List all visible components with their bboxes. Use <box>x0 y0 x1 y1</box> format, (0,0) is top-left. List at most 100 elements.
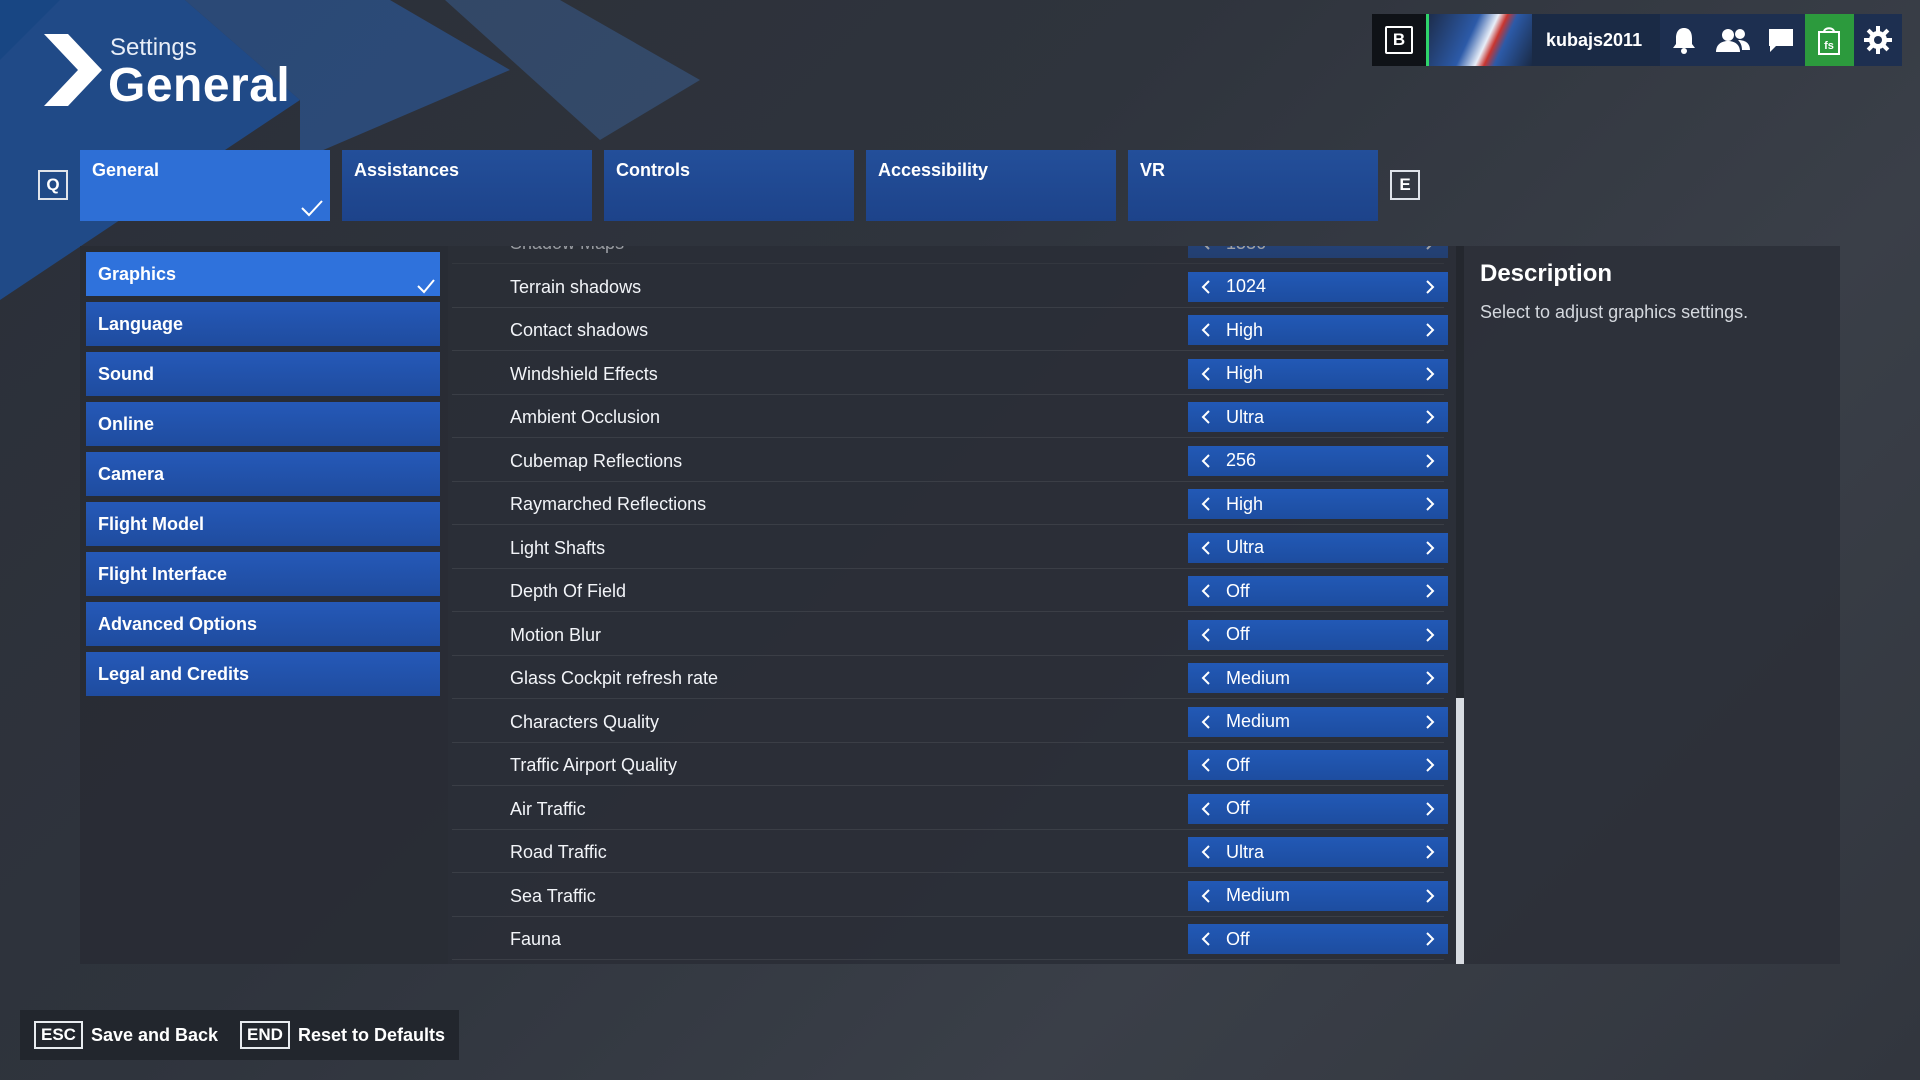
chevron-left-icon[interactable] <box>1188 489 1224 519</box>
tab-vr[interactable]: VR <box>1128 150 1378 221</box>
chevron-right-icon[interactable] <box>1412 359 1448 389</box>
next-tab-key[interactable]: E <box>1390 170 1420 200</box>
settings-scrollbar[interactable] <box>1456 246 1464 964</box>
chevron-left-icon[interactable] <box>1188 707 1224 737</box>
setting-row-motion-blur[interactable]: Motion Blur Off <box>452 614 1448 656</box>
username: kubajs2011 <box>1532 14 1661 66</box>
setting-selector: Off <box>1188 750 1448 780</box>
setting-row-cubemap-reflections[interactable]: Cubemap Reflections 256 <box>452 440 1448 482</box>
chevron-right-icon[interactable] <box>1412 489 1448 519</box>
setting-selector: High <box>1188 358 1448 389</box>
setting-selector: High <box>1188 489 1448 519</box>
user-profile[interactable]: B kubajs2011 <box>1372 14 1661 66</box>
setting-label: Motion Blur <box>510 624 602 645</box>
reset-to-defaults-label: Reset to Defaults <box>297 1024 445 1045</box>
chevron-left-icon[interactable] <box>1188 663 1224 693</box>
setting-row-ambient-occlusion[interactable]: Ambient Occlusion Ultra <box>452 396 1448 438</box>
setting-row-characters-quality[interactable]: Characters Quality Medium <box>452 701 1448 743</box>
chevron-right-icon[interactable] <box>1412 881 1448 911</box>
chevron-right-icon[interactable] <box>1412 446 1448 476</box>
category-language[interactable]: Language <box>86 302 440 346</box>
tab-controls[interactable]: Controls <box>604 150 854 221</box>
chevron-left-icon[interactable] <box>1188 246 1224 258</box>
setting-row-air-traffic[interactable]: Air Traffic Off <box>452 788 1448 830</box>
setting-row-road-traffic[interactable]: Road Traffic Ultra <box>452 831 1448 873</box>
setting-selector: Ultra <box>1188 837 1448 867</box>
chevron-right-icon[interactable] <box>1412 620 1448 650</box>
prev-tab-key[interactable]: Q <box>38 170 68 200</box>
setting-row-contact-shadows[interactable]: Contact shadows High <box>452 309 1448 351</box>
setting-row-windshield-effects[interactable]: Windshield Effects High <box>452 353 1448 395</box>
setting-row-glass-cockpit-refresh-rate[interactable]: Glass Cockpit refresh rate Medium <box>452 657 1448 699</box>
tab-accessibility[interactable]: Accessibility <box>866 150 1116 221</box>
tab-bar: General Assistances Controls Accessibili… <box>80 150 1378 221</box>
bell-icon[interactable] <box>1660 14 1709 66</box>
msfs-chevron-logo <box>44 34 102 106</box>
chevron-right-icon[interactable] <box>1412 315 1448 345</box>
setting-row-fauna[interactable]: Fauna Off <box>452 918 1448 960</box>
setting-selector: 1536 <box>1188 246 1448 258</box>
setting-value: Off <box>1226 798 1250 818</box>
chevron-right-icon[interactable] <box>1412 402 1448 432</box>
settings-gear-icon[interactable] <box>1853 14 1903 66</box>
scrollbar-thumb[interactable] <box>1456 698 1464 964</box>
marketplace-icon[interactable]: fs <box>1805 14 1854 66</box>
category-graphics[interactable]: Graphics <box>86 252 440 296</box>
reset-to-defaults-button[interactable]: END Reset to Defaults <box>240 1021 445 1049</box>
setting-row-terrain-shadows[interactable]: Terrain shadows 1024 <box>452 266 1448 308</box>
setting-selector: Off <box>1188 619 1448 650</box>
chevron-left-icon[interactable] <box>1188 881 1224 911</box>
setting-value: Off <box>1226 928 1250 949</box>
setting-value: 1024 <box>1226 276 1267 296</box>
tab-assistances[interactable]: Assistances <box>342 150 592 221</box>
chevron-left-icon[interactable] <box>1188 750 1224 780</box>
setting-row-traffic-airport-quality[interactable]: Traffic Airport Quality Off <box>452 744 1448 786</box>
chevron-left-icon[interactable] <box>1188 315 1224 345</box>
chevron-left-icon[interactable] <box>1188 446 1224 476</box>
description-title: Description <box>1480 260 1613 287</box>
bottom-bar: ESC Save and Back END Reset to Defaults <box>20 1010 459 1060</box>
setting-row-raymarched-reflections[interactable]: Raymarched Reflections High <box>452 483 1448 525</box>
avatar <box>1426 14 1532 66</box>
chat-icon[interactable] <box>1756 14 1806 66</box>
chevron-left-icon[interactable] <box>1188 620 1224 650</box>
chevron-right-icon[interactable] <box>1412 533 1448 563</box>
setting-row-light-shafts[interactable]: Light Shafts Ultra <box>452 527 1448 569</box>
setting-value: Medium <box>1226 667 1291 688</box>
category-advanced-options[interactable]: Advanced Options <box>86 602 440 646</box>
setting-row-shadow-maps[interactable]: Shadow Maps 1536 <box>452 246 1448 264</box>
category-flight-interface[interactable]: Flight Interface <box>86 552 440 596</box>
setting-row-depth-of-field[interactable]: Depth Of Field Off <box>452 570 1448 612</box>
chevron-left-icon[interactable] <box>1188 924 1224 954</box>
category-online[interactable]: Online <box>86 402 440 446</box>
category-legal-and-credits[interactable]: Legal and Credits <box>86 652 440 696</box>
tab-general[interactable]: General <box>80 150 330 221</box>
category-flight-model[interactable]: Flight Model <box>86 502 440 546</box>
setting-selector: 1024 <box>1188 271 1448 302</box>
chevron-left-icon[interactable] <box>1188 837 1224 867</box>
chevron-right-icon[interactable] <box>1412 663 1448 693</box>
chevron-right-icon[interactable] <box>1412 576 1448 606</box>
category-sound[interactable]: Sound <box>86 352 440 396</box>
save-and-back-button[interactable]: ESC Save and Back <box>34 1021 218 1049</box>
chevron-right-icon[interactable] <box>1412 246 1448 258</box>
chevron-right-icon[interactable] <box>1412 837 1448 867</box>
setting-row-sea-traffic[interactable]: Sea Traffic Medium <box>452 875 1448 917</box>
setting-label: Characters Quality <box>510 711 660 732</box>
friends-icon[interactable] <box>1708 14 1757 66</box>
chevron-left-icon[interactable] <box>1188 272 1224 302</box>
chevron-right-icon[interactable] <box>1412 750 1448 780</box>
chevron-left-icon[interactable] <box>1188 402 1224 432</box>
chevron-right-icon[interactable] <box>1412 794 1448 824</box>
category-camera[interactable]: Camera <box>86 452 440 496</box>
chevron-left-icon[interactable] <box>1188 576 1224 606</box>
setting-selector: 256 <box>1188 445 1448 476</box>
chevron-right-icon[interactable] <box>1412 924 1448 954</box>
chevron-right-icon[interactable] <box>1412 272 1448 302</box>
chevron-left-icon[interactable] <box>1188 794 1224 824</box>
chevron-left-icon[interactable] <box>1188 533 1224 563</box>
setting-label: Depth Of Field <box>510 581 627 601</box>
chevron-left-icon[interactable] <box>1188 359 1224 389</box>
chevron-right-icon[interactable] <box>1412 707 1448 737</box>
setting-label: Contact shadows <box>510 320 649 340</box>
